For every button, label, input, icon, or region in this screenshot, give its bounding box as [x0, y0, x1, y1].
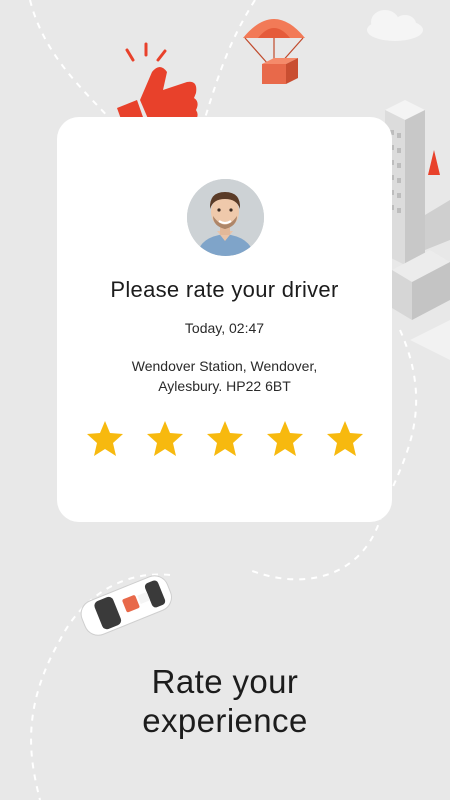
parachute-icon — [243, 19, 305, 84]
trip-time: Today, 02:47 — [184, 320, 265, 336]
trip-address: Wendover Station, Wendover, Aylesbury. H… — [97, 356, 352, 396]
car-icon — [80, 575, 172, 636]
headline-line-1: Rate your — [151, 663, 299, 700]
driver-avatar — [187, 179, 264, 256]
cloud-icon — [367, 10, 423, 41]
rating-title: Please rate your driver — [110, 277, 339, 302]
headline-line-2: experience — [142, 702, 308, 739]
star-3-icon[interactable] — [205, 419, 245, 459]
promo-headline: Rate your experience — [0, 662, 450, 740]
star-5-icon[interactable] — [325, 419, 365, 459]
star-2-icon[interactable] — [145, 419, 185, 459]
star-4-icon[interactable] — [265, 419, 305, 459]
star-rating[interactable] — [85, 419, 365, 459]
city-buildings — [385, 100, 450, 360]
address-line-1: Wendover Station, Wendover, — [131, 358, 318, 374]
rating-card: Please rate your driver Today, 02:47 Wen… — [57, 117, 392, 522]
address-line-2: Aylesbury. HP22 6BT — [158, 378, 291, 394]
star-1-icon[interactable] — [85, 419, 125, 459]
